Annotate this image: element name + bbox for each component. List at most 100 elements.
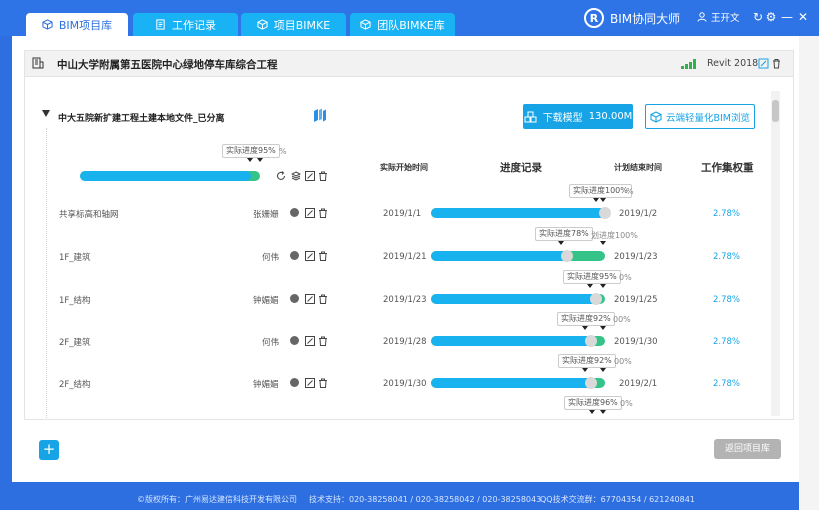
tab-label: 项目BIMKE [273,18,331,32]
row-name[interactable]: 共享标高和轴网 [59,208,119,220]
download-label: 下载模型 [542,113,583,124]
marker-icon [582,368,588,372]
tab-label: BIM项目库 [58,18,113,32]
footer-support: 技术支持：020-38258041 / 020-38258042 / 020-3… [309,495,542,504]
row-user: 何伟 [262,253,280,263]
start-date: 2019/1/23 [383,295,427,305]
download-model-button[interactable]: 下载模型 130.00M [523,104,633,129]
refresh-icon[interactable]: ↻ [751,9,765,25]
ghost-text: 划进度100% [591,231,638,240]
progress-knob[interactable] [585,335,598,347]
trash-icon[interactable] [318,336,328,346]
marker-icon [257,158,263,162]
progress-knob[interactable] [599,207,611,219]
marker-icon [600,368,606,372]
edit-icon[interactable] [305,171,315,181]
edit-icon[interactable] [305,208,315,218]
close-button[interactable]: ✕ [796,9,810,25]
edit-icon[interactable] [305,251,315,261]
cloud-label: 云端轻量化BIM浏览 [665,112,751,124]
row-name[interactable]: 1F_建筑 [59,251,91,263]
trash-icon[interactable] [318,251,328,261]
progress-tooltip: 实际进度78% [535,227,593,241]
col-progress-header: 进度记录 [500,162,542,174]
progress-knob[interactable] [585,377,598,389]
project-header: 中山大学附属第五医院中心绿地停车库综合工程 Revit 2018 [25,51,793,77]
col-weight-header: 工作集权重 [701,162,754,174]
document-icon [156,19,165,30]
trash-icon[interactable] [318,294,328,304]
refresh-icon[interactable] [276,171,286,181]
marker-icon [587,284,593,288]
start-date: 2019/1/21 [383,252,427,262]
cubes-icon [524,111,537,122]
weight-value: 2.78% [713,209,741,219]
marker-icon [600,198,606,202]
footer-copyright: ©版权所有：广州易达建信科技开发有限公司 [137,495,297,504]
tab-bim-library[interactable]: BIM项目库 [26,13,128,36]
weight-value: 2.78% [713,295,741,305]
col-end-header: 计划结束时间 [614,163,662,172]
start-date: 2019/1/1 [383,209,422,219]
trash-icon[interactable] [318,378,328,388]
end-date: 2019/1/30 [614,337,658,347]
back-to-library-button[interactable]: 返回项目库 [714,439,781,459]
row-user: 钟媚媚 [253,296,279,306]
marker-icon [558,241,564,245]
vertical-scrollbar[interactable] [771,91,780,416]
ghost-text: 00% [613,315,631,324]
status-dot-icon [290,294,299,303]
summary-ghost-text: % [279,147,287,156]
weight-value: 2.78% [713,379,741,389]
brand-logo-icon: R [584,8,604,28]
row-name[interactable]: 2F_建筑 [59,336,91,348]
user-menu[interactable]: 王开文 [697,10,740,24]
signal-icon [681,59,696,69]
summary-progress-fill [80,171,251,181]
building-icon [32,57,44,69]
start-date: 2019/1/28 [383,337,427,347]
row-user: 张姗姗 [253,210,279,220]
edit-icon[interactable] [305,378,315,388]
side-strip [799,36,819,510]
progress-tooltip: 实际进度96% [564,396,622,410]
bim-model-icon[interactable] [312,107,328,123]
cloud-bim-view-button[interactable]: 云端轻量化BIM浏览 [645,104,755,129]
tab-label: 团队BIMKE库 [377,18,445,32]
progress-tooltip: 实际进度92% [557,312,615,326]
ghost-text: 00% [614,357,632,366]
marker-icon [600,284,606,288]
add-button[interactable]: + [39,440,59,460]
marker-icon [247,158,253,162]
weight-value: 2.78% [713,252,741,262]
tab-team-bimke[interactable]: 团队BIMKE库 [350,13,455,36]
summary-progress-tooltip: 实际进度95% [222,144,280,158]
progress-bar [431,208,605,218]
progress-tooltip: 实际进度92% [558,354,616,368]
marker-icon [600,241,606,245]
user-icon [697,12,707,22]
progress-fill [431,378,592,388]
scroll-thumb[interactable] [772,100,779,122]
edit-icon[interactable] [305,336,315,346]
trash-icon[interactable] [318,208,328,218]
layers-icon[interactable] [291,171,301,181]
status-dot-icon [290,378,299,387]
trash-icon[interactable] [771,58,782,69]
trash-icon[interactable] [318,171,328,181]
edit-icon[interactable] [305,294,315,304]
cube-icon [42,19,53,30]
minimize-button[interactable]: — [780,9,794,25]
edit-icon[interactable] [758,58,769,69]
progress-fill [431,294,597,304]
row-name[interactable]: 2F_结构 [59,378,91,390]
collapse-arrow-icon[interactable] [42,110,50,117]
tab-work-record[interactable]: 工作记录 [133,13,238,36]
row-name[interactable]: 1F_结构 [59,294,91,306]
marker-icon [582,326,588,330]
progress-knob[interactable] [560,250,573,262]
ghost-text: % [626,187,634,196]
tab-project-bimke[interactable]: 项目BIMKE [241,13,346,36]
settings-icon[interactable]: ⚙ [764,9,778,25]
ghost-text: 0% [620,399,633,408]
